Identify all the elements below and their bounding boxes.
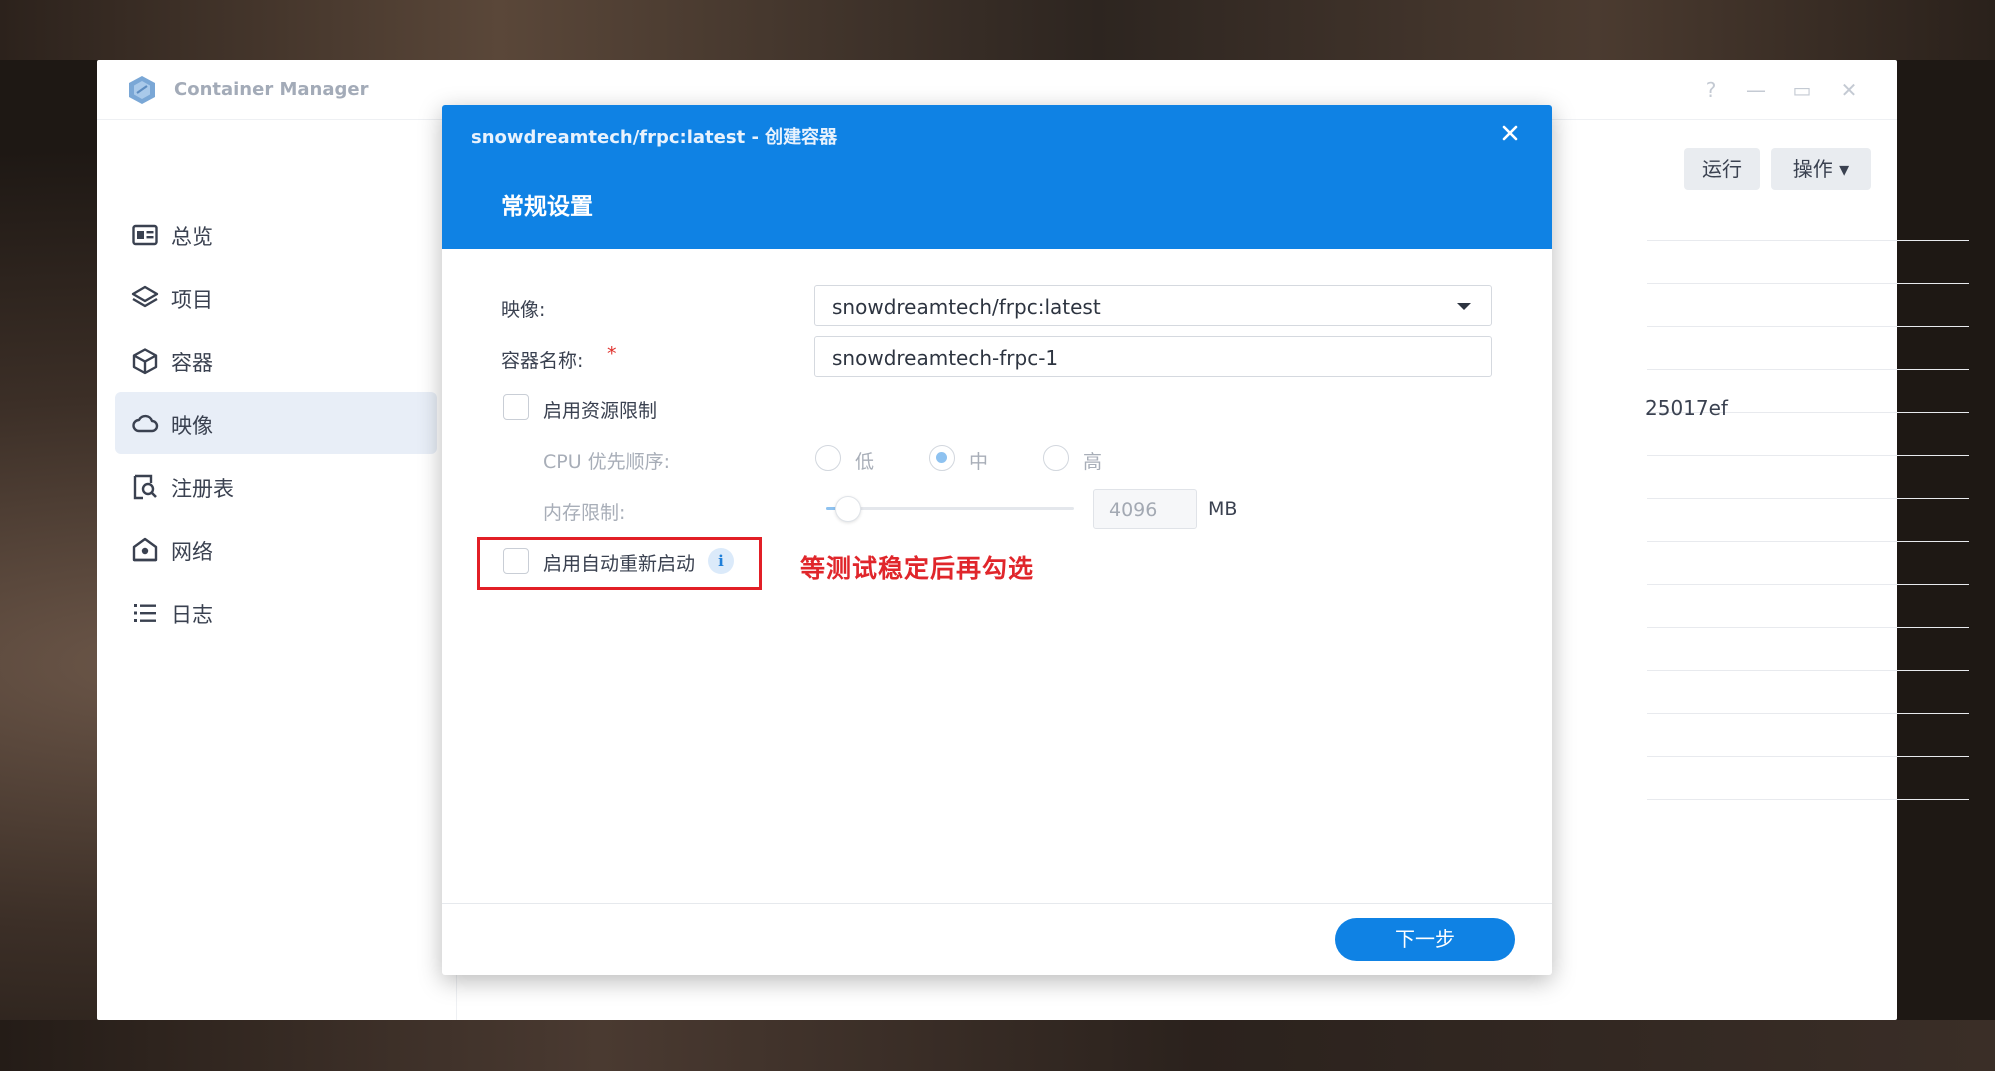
help-icon[interactable]: ? [1697, 76, 1725, 104]
sidebar-item-label: 总览 [171, 225, 213, 249]
background-photo-bottom [0, 1020, 1995, 1071]
cpu-priority-medium-radio[interactable] [929, 445, 955, 471]
dialog-title: snowdreamtech/frpc:latest - 创建容器 [471, 127, 838, 148]
image-select-value: snowdreamtech/frpc:latest [832, 295, 1101, 319]
table-divider [1647, 240, 1969, 241]
table-divider [1647, 670, 1969, 671]
maximize-icon[interactable]: ▭ [1788, 76, 1816, 104]
image-label: 映像: [501, 299, 546, 321]
sidebar-item-network[interactable]: 网络 [115, 518, 437, 580]
actions-dropdown-button[interactable]: 操作 ▾ [1771, 148, 1871, 190]
memory-limit-input[interactable]: 4096 [1093, 489, 1197, 529]
table-cell-image-id: 25017ef [1645, 396, 1728, 420]
sidebar-item-projects[interactable]: 项目 [115, 266, 437, 328]
memory-slider-track[interactable] [826, 507, 1074, 510]
next-step-button[interactable]: 下一步 [1335, 918, 1515, 961]
sidebar-item-label: 网络 [171, 540, 213, 564]
container-name-value: snowdreamtech-frpc-1 [832, 346, 1059, 370]
table-divider [1647, 541, 1969, 542]
cpu-priority-high-label: 高 [1083, 451, 1103, 473]
cpu-priority-low-radio[interactable] [815, 445, 841, 471]
annotation-text: 等测试稳定后再勾选 [800, 554, 1035, 583]
container-name-label: 容器名称: [501, 350, 584, 372]
dialog-header: snowdreamtech/frpc:latest - 创建容器 常规设置 [442, 105, 1552, 249]
info-icon[interactable]: i [708, 548, 734, 574]
auto-restart-checkbox[interactable] [503, 548, 529, 574]
table-divider [1647, 455, 1969, 456]
table-divider [1647, 369, 1969, 370]
create-container-dialog: snowdreamtech/frpc:latest - 创建容器 常规设置 映像… [442, 105, 1552, 975]
sidebar-item-overview[interactable]: 总览 [115, 203, 437, 265]
sidebar: 总览 项目 容器 映像 注册表 网络 日志 [97, 120, 457, 1020]
auto-restart-label: 启用自动重新启动 [543, 553, 696, 575]
cloud-icon [132, 414, 159, 433]
table-divider [1647, 283, 1969, 284]
list-icon [134, 604, 156, 622]
layers-icon [131, 285, 159, 308]
overview-icon [132, 224, 158, 246]
section-title: 常规设置 [501, 194, 593, 220]
network-house-icon [132, 537, 158, 562]
table-divider [1647, 584, 1969, 585]
table-divider [1647, 713, 1969, 714]
sidebar-item-label: 日志 [171, 603, 213, 627]
app-title: Container Manager [174, 79, 369, 100]
table-divider [1647, 498, 1969, 499]
required-indicator: * [607, 343, 617, 365]
table-divider [1647, 799, 1969, 800]
background-photo-top [0, 0, 1995, 60]
table-divider [1647, 627, 1969, 628]
sidebar-item-label: 映像 [171, 414, 213, 438]
memory-limit-label: 内存限制: [543, 502, 626, 524]
cpu-priority-high-radio[interactable] [1043, 445, 1069, 471]
cpu-priority-low-label: 低 [855, 451, 875, 473]
container-name-field[interactable]: snowdreamtech-frpc-1 [814, 336, 1492, 377]
image-select[interactable]: snowdreamtech/frpc:latest [814, 285, 1492, 326]
chevron-down-icon [1457, 303, 1471, 310]
sidebar-item-logs[interactable]: 日志 [115, 581, 437, 643]
container-manager-logo-icon [129, 76, 155, 104]
sidebar-item-label: 容器 [171, 351, 213, 375]
resource-limit-checkbox[interactable] [503, 394, 529, 420]
sidebar-item-label: 注册表 [171, 477, 234, 501]
registry-search-icon [133, 474, 157, 500]
cpu-priority-medium-label: 中 [969, 451, 989, 473]
sidebar-item-registry[interactable]: 注册表 [115, 455, 437, 517]
run-button[interactable]: 运行 [1684, 148, 1760, 190]
close-window-icon[interactable]: ✕ [1835, 76, 1863, 104]
footer-divider [442, 903, 1552, 904]
close-icon[interactable] [1496, 119, 1524, 147]
table-divider [1647, 326, 1969, 327]
memory-slider-handle[interactable] [835, 496, 861, 522]
sidebar-item-containers[interactable]: 容器 [115, 329, 437, 391]
sidebar-item-images[interactable]: 映像 [115, 392, 437, 454]
sidebar-item-label: 项目 [171, 288, 213, 312]
memory-unit-label: MB [1208, 498, 1238, 520]
resource-limit-label: 启用资源限制 [543, 400, 658, 422]
minimize-icon[interactable]: — [1742, 76, 1770, 104]
table-divider [1647, 756, 1969, 757]
box-icon [132, 348, 158, 375]
cpu-priority-label: CPU 优先顺序: [543, 451, 671, 473]
memory-limit-value: 4096 [1109, 499, 1158, 521]
